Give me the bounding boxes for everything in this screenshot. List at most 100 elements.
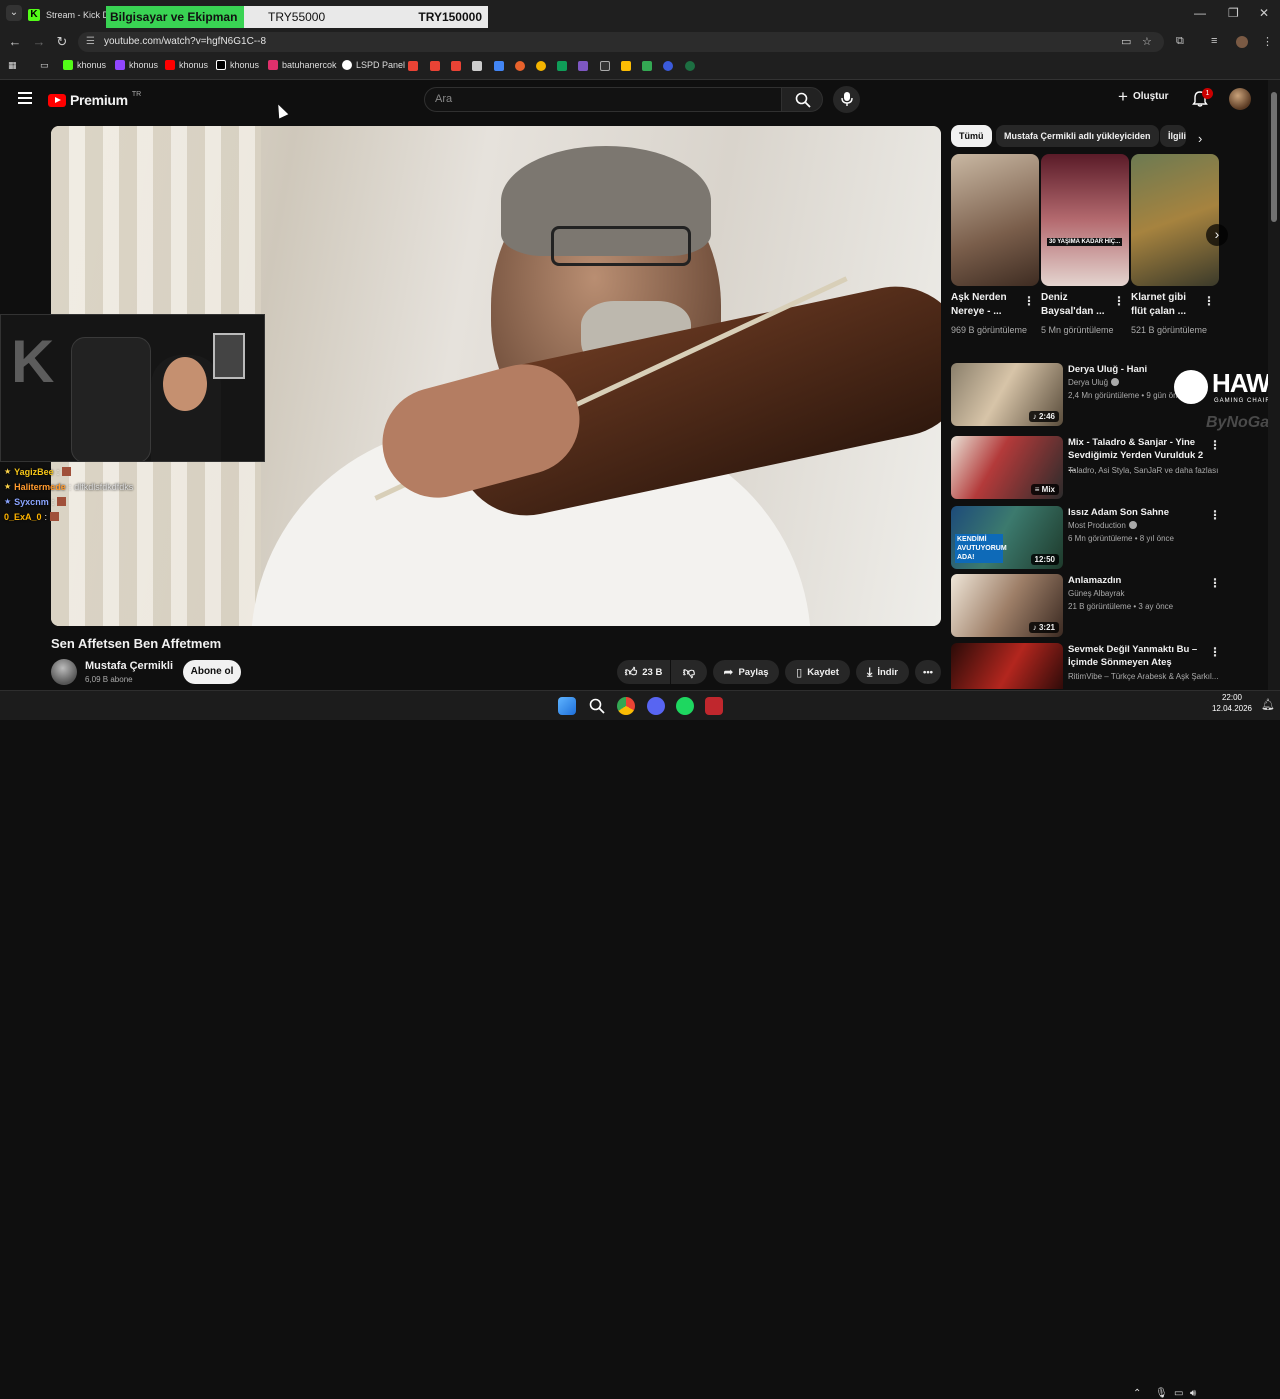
notification-center-icon[interactable]: 🔔︎ [1261,698,1275,711]
recommendation-item[interactable]: KENDİMİ AVUTUYORUM ADA! 12:50 Issız Adam… [951,506,1221,570]
link-icon[interactable] [600,61,610,71]
recommendation-thumbnail[interactable]: ♪ 2:46 [951,363,1063,426]
recommendation-thumbnail[interactable]: ♪ 3:21 [951,574,1063,637]
channel-name[interactable]: Mustafa Çermikli [85,660,173,672]
hamburger-menu-icon[interactable] [18,92,32,104]
gmail-icon[interactable] [430,61,440,71]
bookmark-twitch[interactable]: khonus [115,60,158,70]
extensions-icon[interactable]: ⧉ [1176,35,1184,48]
close-icon[interactable]: ✕ [1259,6,1269,20]
bookmark-instagram[interactable]: batuhanercok [268,60,337,70]
recommendation-title[interactable]: Sevmek Değil Yanmaktı Bu – İçimde Sönmey… [1068,643,1208,669]
discord-icon[interactable] [663,61,673,71]
folder-icon[interactable]: ▭ [40,60,49,71]
back-icon[interactable]: ← [7,34,23,49]
recommendation-channel[interactable]: Güneş Albayrak [1068,589,1218,598]
recommendation-thumbnail[interactable]: ≡ Mix [951,436,1063,499]
share-button[interactable]: ➦ Paylaş [713,660,779,684]
shelf-thumbnail[interactable] [1131,154,1219,286]
app-icon[interactable] [705,697,723,715]
recommendation-item[interactable]: ≡ Mix Mix - Taladro & Sanjar - Yine Sevd… [951,436,1221,500]
minimize-icon[interactable]: — [1194,6,1206,20]
apps-icon[interactable]: ▦ [8,60,17,71]
profile-icon[interactable] [1236,36,1248,48]
shelf-title[interactable]: Deniz Baysal'dan ... [1041,291,1113,319]
bookmark-lspd[interactable]: LSPD Panel [342,60,405,70]
create-button[interactable]: + Oluştur [1118,88,1169,105]
more-options-icon[interactable]: ⋮ [1209,576,1221,590]
site-info-icon[interactable]: ☰ [86,36,95,47]
drive-icon[interactable] [642,61,652,71]
more-options-icon[interactable]: ⋮ [1209,438,1221,452]
reload-icon[interactable]: ↻ [54,34,70,50]
search-input[interactable]: Ara [424,87,782,112]
recommendation-title[interactable]: Anlamazdın [1068,574,1208,587]
recommendation-thumbnail[interactable] [951,643,1063,689]
spotify-icon[interactable] [676,697,694,715]
bookmark-x[interactable]: khonus [216,60,259,70]
gmail-icon[interactable] [451,61,461,71]
more-options-icon[interactable]: ⋮ [1209,645,1221,659]
recommendation-channel[interactable]: Taladro, Asi Styla, SanJaR ve daha fazla… [1068,466,1218,475]
network-icon[interactable]: ▭ [1174,1388,1183,1399]
shelf-title[interactable]: Klarnet gibi flüt çalan ... [1131,291,1203,319]
shelf-thumbnail[interactable]: 30 YAŞIMA KADAR HİÇ... [1041,154,1129,286]
url-field[interactable]: ☰ youtube.com/watch?v=hgfN6G1C--8 [78,32,1164,52]
chip-all[interactable]: Tümü [951,125,992,147]
doc-icon[interactable] [472,61,482,71]
discord-icon[interactable] [647,697,665,715]
more-options-icon[interactable]: ⋮ [1113,294,1125,308]
chevron-right-icon[interactable]: › [1198,131,1202,146]
more-options-icon[interactable]: ⋮ [1023,294,1035,308]
maximize-icon[interactable]: ❐ [1228,6,1239,20]
channel-avatar[interactable] [51,659,77,685]
voice-search-button[interactable] [833,86,860,113]
gmail-icon[interactable] [408,61,418,71]
reddit-icon[interactable] [515,61,525,71]
shelf-thumbnail[interactable] [951,154,1039,286]
chrome-icon[interactable] [617,697,635,715]
reading-list-icon[interactable]: ≡ [1211,35,1217,47]
bookmark-youtube[interactable]: khonus [165,60,208,70]
forms-icon[interactable] [578,61,588,71]
chip-from-uploader[interactable]: Mustafa Çermikli adlı yükleyiciden [996,125,1159,147]
tab-stream[interactable]: K Stream - Kick D [28,4,106,26]
account-avatar[interactable] [1229,88,1251,110]
browser-menu-icon[interactable]: ⋮ [1262,35,1273,48]
tab-search-button[interactable]: ⌄ [6,5,22,21]
shelf-next-button[interactable]: › [1206,224,1228,246]
chevron-up-icon[interactable]: ⌃ [1133,1388,1141,1399]
cast-icon[interactable]: ▭ [1121,35,1131,48]
recommendation-item[interactable]: Sevmek Değil Yanmaktı Bu – İçimde Sönmey… [951,643,1221,689]
more-actions-button[interactable]: ••• [915,660,941,684]
microphone-icon[interactable]: 🎙︎ [1155,1388,1168,1399]
dislike-button[interactable]: 👎︎ [671,660,707,684]
recommendation-thumbnail[interactable]: KENDİMİ AVUTUYORUM ADA! 12:50 [951,506,1063,569]
recommendation-title[interactable]: Issız Adam Son Sahne [1068,506,1208,519]
translate-icon[interactable] [494,61,504,71]
bookmark-star-icon[interactable]: ☆ [1142,35,1152,48]
windows-start-icon[interactable] [558,697,576,715]
notifications-button[interactable]: 1 [1192,88,1213,107]
forward-icon[interactable]: → [31,34,47,49]
shelf-title[interactable]: Aşk Nerden Nereye - ... [951,291,1023,319]
search-icon[interactable] [588,697,606,715]
subscribe-button[interactable]: Abone ol [183,660,241,684]
drive-icon[interactable] [621,61,631,71]
recommendation-item[interactable]: ♪ 3:21 Anlamazdın Güneş Albayrak 21 B gö… [951,574,1221,638]
youtube-premium-logo[interactable]: Premium TR [48,91,141,108]
search-button[interactable] [781,87,823,112]
scrollbar-thumb[interactable] [1271,92,1277,222]
like-button[interactable]: 👍︎ 23 B [617,660,670,684]
save-button[interactable]: ▯ Kaydet [785,660,850,684]
taskbar-clock[interactable]: 22:00 12.04.2026 [1208,692,1256,714]
recommendation-channel[interactable]: RitimVibe – Türkçe Arabesk & Aşk Şarkıl.… [1068,672,1218,681]
chrome-icon[interactable] [536,61,546,71]
volume-icon[interactable]: 🔊︎ [1190,1388,1196,1399]
recommendation-channel[interactable]: Most Production [1068,521,1218,530]
more-options-icon[interactable]: ⋮ [1203,294,1215,308]
bookmark-kick[interactable]: khonus [63,60,106,70]
excel-icon[interactable] [685,61,695,71]
sheets-icon[interactable] [557,61,567,71]
download-button[interactable]: ⤓ İndir [856,660,909,684]
